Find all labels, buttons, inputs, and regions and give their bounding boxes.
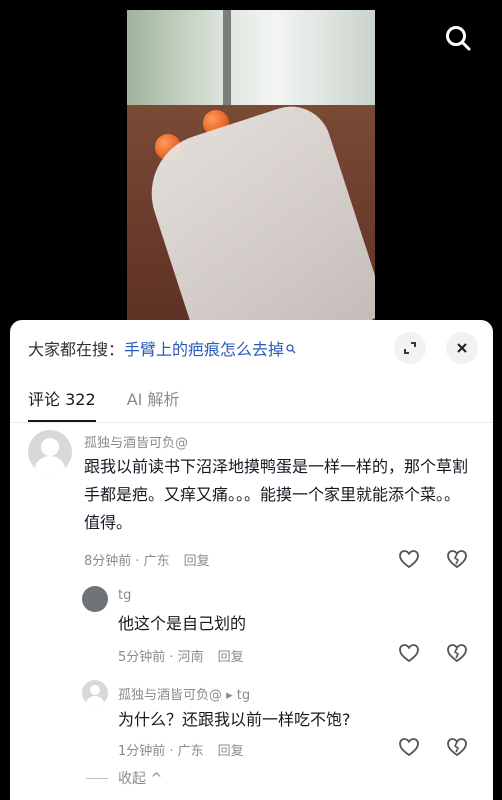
avatar[interactable]	[82, 680, 108, 706]
broken-heart-icon[interactable]	[446, 642, 468, 664]
comment-time: 5分钟前 · 河南	[118, 650, 204, 665]
broken-heart-icon[interactable]	[446, 548, 468, 570]
hot-search-bar[interactable]: 大家都在搜：手臂上的疤痕怎么去掉	[28, 336, 296, 360]
reply-button[interactable]: 回复	[218, 744, 244, 759]
hot-search-query[interactable]: 手臂上的疤痕怎么去掉	[124, 340, 284, 359]
comment-time: 8分钟前 · 广东	[84, 554, 170, 569]
expand-button[interactable]	[394, 332, 426, 364]
comment-panel: 大家都在搜：手臂上的疤痕怎么去掉 评论 322 AI 解析 孤独与酒皆可负@ 跟…	[10, 320, 493, 800]
collapse-replies-button[interactable]: 收起 ^	[86, 768, 162, 788]
comment-username[interactable]: tg	[118, 588, 131, 603]
reply-button[interactable]: 回复	[218, 650, 244, 665]
tab-comments[interactable]: 评论 322	[28, 386, 96, 422]
tabs-divider	[10, 422, 493, 423]
video-frame[interactable]	[127, 10, 375, 340]
video-window-frame	[223, 10, 231, 110]
close-button[interactable]	[446, 332, 478, 364]
tab-ai-analysis[interactable]: AI 解析	[127, 386, 180, 420]
collapse-divider	[86, 778, 108, 779]
heart-icon[interactable]	[398, 642, 420, 664]
comment-meta: 8分钟前 · 广东 回复	[84, 550, 210, 569]
avatar[interactable]	[28, 430, 72, 474]
comment-text: 为什么？还跟我以前一样吃不饱?	[118, 710, 351, 729]
reply-button[interactable]: 回复	[184, 554, 210, 569]
close-icon	[457, 343, 467, 353]
avatar[interactable]	[82, 586, 108, 612]
comment-meta: 1分钟前 · 广东 回复	[118, 740, 244, 759]
comment-time: 1分钟前 · 广东	[118, 744, 204, 759]
comment-username[interactable]: 孤独与酒皆可负@	[84, 432, 188, 451]
hot-search-prefix: 大家都在搜：	[28, 340, 125, 359]
comment-username[interactable]: 孤独与酒皆可负@ ▸ tg	[118, 684, 250, 703]
collapse-label: 收起 ^	[118, 771, 163, 787]
comment-tabs: 评论 322 AI 解析	[28, 386, 206, 422]
comment-text: 跟我以前读书下沼泽地摸鸭蛋是一样一样的，那个草割手都是疤。又痒又痛。。。能摸一个…	[84, 457, 469, 532]
heart-icon[interactable]	[398, 548, 420, 570]
magnifier-icon	[286, 344, 296, 354]
search-icon[interactable]	[444, 24, 472, 52]
broken-heart-icon[interactable]	[446, 736, 468, 758]
heart-icon[interactable]	[398, 736, 420, 758]
expand-icon	[404, 342, 416, 354]
comment-text: 他这个是自己划的	[118, 614, 247, 633]
video-window-background	[127, 10, 375, 110]
comment-meta: 5分钟前 · 河南 回复	[118, 646, 244, 665]
